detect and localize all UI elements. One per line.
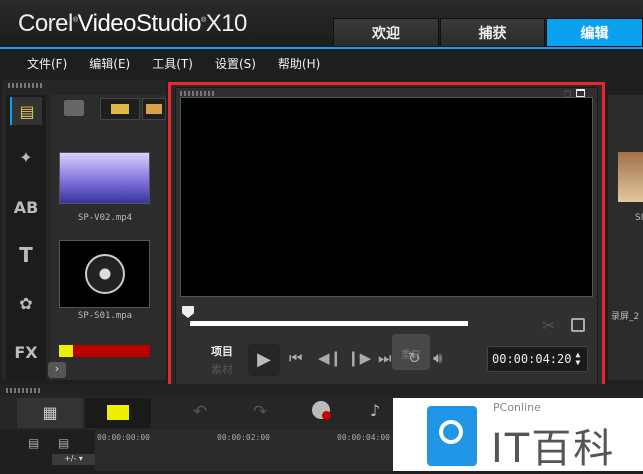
next-frame-icon[interactable]: ❙▶ [347,349,371,367]
media-icon[interactable]: ▤ [10,97,42,125]
app-logo: Corel®VideoStudio®X10 [18,10,247,37]
show-photo-button[interactable] [142,98,166,120]
clip-name: SI [635,213,643,223]
expand-arrow-icon[interactable]: › [48,362,66,378]
menu-edit[interactable]: 编辑(E) [89,55,130,72]
previous-frame-icon[interactable]: ◀❙ [318,349,342,367]
menu-help[interactable]: 帮助(H) [278,55,320,72]
menu-bar: 文件(F) 编辑(E) 工具(T) 设置(S) 帮助(H) [0,49,643,77]
tab-welcome[interactable]: 欢迎 [333,18,439,47]
ruler-label: 00:00:00:00 [97,433,150,442]
storyboard-view-icon[interactable]: ▦ [17,398,83,428]
repeat-icon[interactable]: ↻ [408,349,421,367]
title-icon[interactable]: T [10,241,42,269]
audio-thumbnail[interactable] [59,240,150,308]
clip-name: 录屏_2 [611,312,640,322]
tab-edit[interactable]: 编辑 [546,18,643,47]
watermark-brand: PConline [493,401,541,414]
transition-icon[interactable]: AB [10,193,42,221]
home-icon[interactable]: ⏮ [289,349,303,367]
instant-project-icon[interactable]: ✦ [10,143,42,171]
enlarge-icon[interactable] [571,318,585,332]
panel-grip[interactable] [8,83,44,88]
ruler-label: 00:00:02:00 [217,433,270,442]
menu-tools[interactable]: 工具(T) [152,55,193,72]
menu-file[interactable]: 文件(F) [27,55,67,72]
watermark-logo-icon [427,406,477,466]
panel-grip[interactable] [180,91,216,96]
record-capture-icon[interactable] [312,401,331,420]
end-icon[interactable]: ⏭ [378,349,392,367]
clip-name: SP-S01.mpa [77,311,133,321]
track-manager-icon[interactable]: ▤ [28,436,39,450]
preview-screen [180,97,593,297]
redo-icon[interactable]: ↷ [253,402,267,422]
library-content: SP-V02.mp4 SP-S01.mpa › [48,95,166,380]
graphics-icon[interactable]: ✿ [10,289,42,317]
add-track-icon[interactable]: ▤ [58,436,69,450]
ruler-label: 00:00:04:00 [337,433,390,442]
zoom-dropdown[interactable]: +/- ▾ [52,454,95,465]
tab-capture[interactable]: 捕获 [440,18,545,47]
menu-settings[interactable]: 设置(S) [215,55,256,72]
watermark: PConline IT百科 [393,398,643,472]
video-thumbnail[interactable] [59,152,150,204]
timecode-field[interactable]: 00:00:04:20 ▲ ▼ [487,346,588,372]
image-thumbnail[interactable] [618,152,643,202]
timeline-view-icon[interactable] [85,398,151,428]
mode-clip[interactable]: 素材 [211,361,233,377]
maximize-icon[interactable] [576,89,585,97]
library-sidebar: ▤ ✦ AB T ✿ FX [6,95,46,380]
color-thumbnail[interactable] [59,345,150,357]
mode-project[interactable]: 项目 [211,343,233,359]
timeline-grip-bar [0,384,643,396]
undo-icon[interactable]: ↶ [193,402,207,422]
scissors-icon[interactable]: ✂ [542,316,555,335]
timecode-spinner[interactable]: ▲ ▼ [575,351,580,367]
play-button[interactable]: ▶ [248,344,280,376]
watermark-title: IT百科 [491,426,616,472]
fx-icon[interactable]: FX [10,338,42,366]
library-content-right: SI 录屏_2 [608,95,643,380]
timecode-value: 00:00:04:20 [492,352,572,366]
folder-icon[interactable] [64,100,84,116]
speaker-icon [84,254,125,294]
scrubber-bar[interactable] [190,321,468,326]
volume-icon[interactable]: 🔊︎ [433,349,442,367]
show-video-button[interactable] [100,98,140,120]
sound-mixer-icon[interactable]: ♪ [370,401,380,420]
clip-name: SP-V02.mp4 [77,213,133,223]
